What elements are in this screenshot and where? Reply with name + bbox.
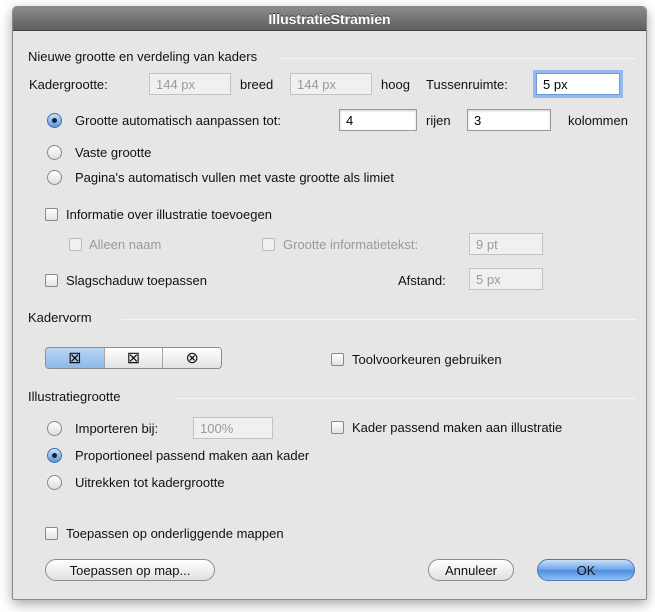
window-title: IllustratieStramien (268, 10, 391, 27)
auto-size-label: Grootte automatisch aanpassen tot: (75, 113, 281, 128)
width-label: breed (240, 77, 274, 92)
auto-fill-label: Pagina's automatisch vullen met vaste gr… (75, 170, 394, 185)
auto-fill-radio[interactable] (47, 170, 62, 185)
section-separator (281, 58, 636, 59)
auto-size-radio[interactable] (47, 113, 62, 128)
stretch-label: Uitrekken tot kadergrootte (75, 475, 225, 490)
section-separator (175, 398, 636, 399)
rows-label: rijen (426, 113, 451, 128)
subfolders-label: Toepassen op onderliggende mappen (66, 526, 284, 541)
name-only-checkbox[interactable] (69, 238, 82, 251)
section-heading-frame-shape: Kadervorm (28, 310, 92, 325)
spacing-label: Tussenruimte: (426, 77, 508, 92)
section-heading-new-size: Nieuwe grootte en verdeling van kaders (28, 49, 258, 64)
columns-field[interactable]: 3 (467, 109, 551, 131)
frame-shape-segmented-control[interactable]: ⊠ ⊠ ⊗ (45, 347, 222, 369)
drop-shadow-checkbox[interactable] (45, 274, 58, 287)
rounded-frame-icon[interactable]: ⊠ (104, 348, 164, 368)
add-info-label: Informatie over illustratie toevoegen (66, 207, 272, 222)
ellipse-frame-icon[interactable]: ⊗ (163, 348, 221, 368)
distance-field[interactable]: 5 px (469, 268, 543, 290)
tool-prefs-checkbox[interactable] (331, 353, 344, 366)
spacing-field[interactable]: 5 px (536, 73, 620, 95)
fit-frame-label: Kader passend maken aan illustratie (352, 420, 563, 435)
distance-label: Afstand: (398, 273, 446, 288)
proportional-label: Proportioneel passend maken aan kader (75, 448, 310, 463)
frame-height-field[interactable]: 144 px (290, 73, 372, 95)
proportional-radio[interactable] (47, 448, 62, 463)
drop-shadow-label: Slagschaduw toepassen (66, 273, 207, 288)
fit-frame-checkbox[interactable] (331, 421, 344, 434)
add-info-checkbox[interactable] (45, 208, 58, 221)
dialog-window: IllustratieStramien Nieuwe grootte en ve… (12, 6, 647, 600)
fixed-size-label: Vaste grootte (75, 145, 152, 160)
fixed-size-radio[interactable] (47, 145, 62, 160)
info-text-size-checkbox[interactable] (262, 238, 275, 251)
import-at-label: Importeren bij: (75, 421, 159, 436)
height-label: hoog (381, 77, 410, 92)
info-text-size-label: Grootte informatietekst: (283, 237, 419, 252)
subfolders-checkbox[interactable] (45, 527, 58, 540)
cancel-button[interactable]: Annuleer (428, 559, 514, 581)
ok-button[interactable]: OK (537, 559, 635, 581)
title-bar: IllustratieStramien (13, 7, 646, 31)
section-heading-illustration-size: Illustratiegrootte (28, 389, 121, 404)
import-percent-field[interactable]: 100% (193, 417, 273, 439)
frame-size-label: Kadergrootte: (29, 77, 108, 92)
rectangle-frame-icon[interactable]: ⊠ (46, 348, 105, 368)
section-separator (121, 319, 636, 320)
import-at-radio[interactable] (47, 421, 62, 436)
columns-label: kolommen (568, 113, 628, 128)
info-text-size-field[interactable]: 9 pt (469, 233, 543, 255)
apply-to-folder-button[interactable]: Toepassen op map... (45, 559, 215, 581)
stretch-radio[interactable] (47, 475, 62, 490)
name-only-label: Alleen naam (89, 237, 162, 252)
rows-field[interactable]: 4 (339, 109, 417, 131)
tool-prefs-label: Toolvoorkeuren gebruiken (352, 352, 502, 367)
frame-width-field[interactable]: 144 px (149, 73, 231, 95)
